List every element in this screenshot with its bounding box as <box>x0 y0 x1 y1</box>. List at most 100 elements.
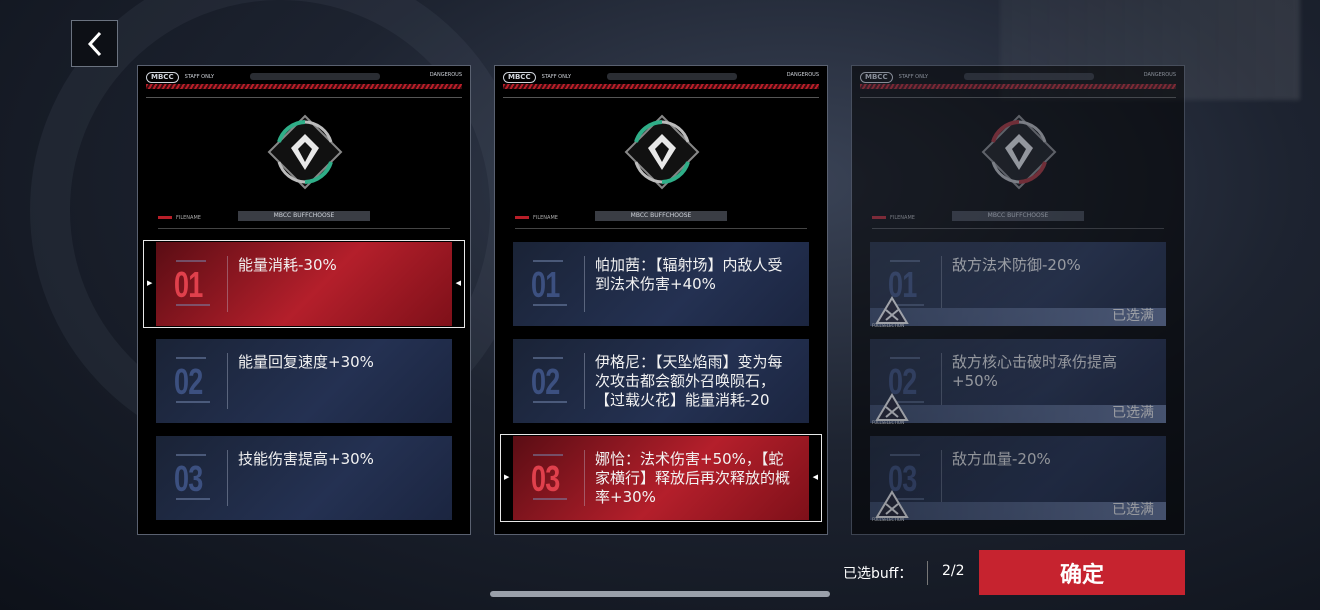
full-selection-icon <box>875 490 909 518</box>
chevron-left-icon <box>87 31 101 56</box>
mbcc-logo: MBCC <box>503 71 536 83</box>
filename-tag <box>515 216 529 219</box>
selection-arrow-right-icon: ◀ <box>455 279 461 287</box>
buffchoose-tag: MBCC BUFFCHOOSE <box>238 211 370 221</box>
buff-option-03[interactable]: 03 技能伤害提高+30% <box>156 436 452 520</box>
divider <box>227 256 228 312</box>
number-decoration <box>176 304 210 306</box>
danger-label: DANGEROUS <box>786 72 819 78</box>
number-decoration <box>533 357 563 359</box>
staff-label: STAFF ONLY <box>184 74 215 80</box>
header-bar <box>250 73 380 80</box>
buff-option-02[interactable]: 02 能量回复速度+30% <box>156 339 452 423</box>
number-decoration <box>176 357 206 359</box>
buff-option-02[interactable]: 02 伊格尼：【天坠焰雨】变为每次攻击都会额外召唤陨石，【过载火花】能量消耗-2… <box>513 339 809 423</box>
buff-option-01[interactable]: 01 能量消耗-30% <box>156 242 452 326</box>
mbcc-logo: MBCC <box>146 71 179 83</box>
number-decoration <box>533 401 567 403</box>
number-decoration <box>176 401 210 403</box>
scrollbar[interactable] <box>490 591 830 597</box>
faction-emblem-icon <box>267 114 343 190</box>
full-selection-icon <box>875 296 909 324</box>
number-decoration <box>533 498 567 500</box>
option-text: 帕加茜：【辐射场】内敌人受到法术伤害+40% <box>595 256 783 293</box>
buff-option-01[interactable]: 01 敌方法术防御-20% 已选满 FULLSELECTION <box>870 242 1166 328</box>
selected-buff-count: 2/2 <box>942 563 965 579</box>
number-decoration <box>533 304 567 306</box>
divider <box>872 228 1164 229</box>
header-subline <box>860 89 1176 98</box>
divider <box>941 256 942 312</box>
divider <box>227 450 228 506</box>
full-selection-bar: 已选满 <box>870 308 1166 326</box>
divider <box>515 228 807 229</box>
buff-card-1: MBCC STAFF ONLY DANGEROUS FILENAME MBCC … <box>137 65 471 535</box>
faction-emblem-icon <box>624 114 700 190</box>
filename-label: FILENAME <box>533 215 558 221</box>
number-decoration <box>890 260 920 262</box>
option-text: 能量消耗-30% <box>238 256 337 274</box>
selection-arrow-right-icon: ◀ <box>812 473 818 481</box>
option-text: 技能伤害提高+30% <box>238 450 374 468</box>
option-number: 02 <box>531 361 560 402</box>
number-decoration <box>533 260 563 262</box>
selection-arrow-left-icon: ▶ <box>147 279 153 287</box>
danger-label: DANGEROUS <box>429 72 462 78</box>
divider <box>927 561 928 585</box>
staff-label: STAFF ONLY <box>898 74 929 80</box>
option-text: 能量回复速度+30% <box>238 353 374 371</box>
option-number: 02 <box>174 361 203 402</box>
buff-card-3: MBCC STAFF ONLY DANGEROUS FILENAME MBCC … <box>851 65 1185 535</box>
option-text: 敌方核心击破时承伤提高+50% <box>952 353 1118 390</box>
filename-label: FILENAME <box>176 215 201 221</box>
buffchoose-tag: MBCC BUFFCHOOSE <box>595 211 727 221</box>
filename-tag <box>158 216 172 219</box>
divider <box>941 353 942 409</box>
selection-arrow-left-icon: ▶ <box>504 473 510 481</box>
full-selection-sublabel: FULLSELECTION <box>872 517 905 522</box>
divider <box>584 353 585 409</box>
confirm-button[interactable]: 确定 <box>979 550 1185 595</box>
full-selection-bar: 已选满 <box>870 405 1166 423</box>
full-selection-bar: 已选满 <box>870 502 1166 520</box>
danger-label: DANGEROUS <box>1143 72 1176 78</box>
number-decoration <box>890 357 920 359</box>
buff-option-02[interactable]: 02 敌方核心击破时承伤提高+50% 已选满 FULLSELECTION <box>870 339 1166 425</box>
option-number: 01 <box>174 264 203 305</box>
buff-card-2: MBCC STAFF ONLY DANGEROUS FILENAME MBCC … <box>494 65 828 535</box>
back-button[interactable] <box>71 20 118 67</box>
full-selection-label: 已选满 <box>1112 405 1154 421</box>
staff-label: STAFF ONLY <box>541 74 572 80</box>
buff-option-03[interactable]: 03 娜恰：法术伤害+50%，【蛇家横行】释放后再次释放的概率+30% <box>513 436 809 520</box>
number-decoration <box>890 454 920 456</box>
buff-option-03[interactable]: 03 敌方血量-20% 已选满 FULLSELECTION <box>870 436 1166 522</box>
option-text: 敌方血量-20% <box>952 450 1051 468</box>
option-number: 03 <box>174 458 203 499</box>
mbcc-logo: MBCC <box>860 71 893 83</box>
full-selection-sublabel: FULLSELECTION <box>872 420 905 425</box>
buffchoose-tag: MBCC BUFFCHOOSE <box>952 211 1084 221</box>
header-subline <box>503 89 819 98</box>
faction-emblem-icon <box>981 114 1057 190</box>
divider <box>584 256 585 312</box>
divider <box>158 228 450 229</box>
full-selection-label: 已选满 <box>1112 502 1154 518</box>
option-text: 娜恰：法术伤害+50%，【蛇家横行】释放后再次释放的概率+30% <box>595 450 791 506</box>
full-selection-label: 已选满 <box>1112 308 1154 324</box>
header-subline <box>146 89 462 98</box>
number-decoration <box>176 498 210 500</box>
full-selection-sublabel: FULLSELECTION <box>872 323 905 328</box>
number-decoration <box>533 454 563 456</box>
option-number: 03 <box>531 458 560 499</box>
option-text: 敌方法术防御-20% <box>952 256 1081 274</box>
full-selection-icon <box>875 393 909 421</box>
selected-buff-label: 已选buff： <box>843 566 913 582</box>
buff-option-01[interactable]: 01 帕加茜：【辐射场】内敌人受到法术伤害+40% <box>513 242 809 326</box>
option-text: 伊格尼：【天坠焰雨】变为每次攻击都会额外召唤陨石，【过载火花】能量消耗-20 <box>595 353 783 409</box>
filename-label: FILENAME <box>890 215 915 221</box>
header-bar <box>607 73 737 80</box>
number-decoration <box>176 454 206 456</box>
divider <box>227 353 228 409</box>
option-number: 01 <box>531 264 560 305</box>
divider <box>584 450 585 506</box>
